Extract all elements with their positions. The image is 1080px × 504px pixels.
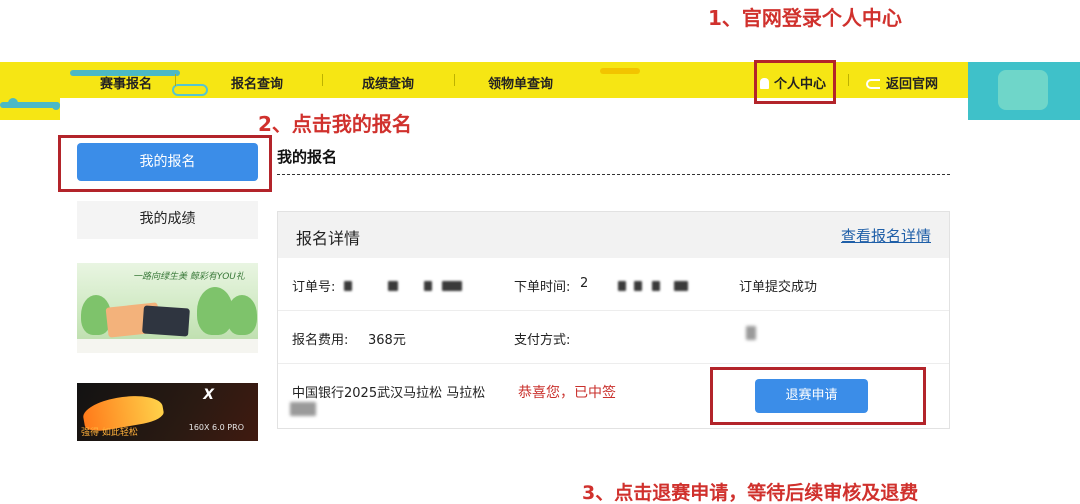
order-number-label: 订单号:: [292, 280, 336, 295]
redacted-value: [442, 281, 462, 291]
redacted-value: [424, 281, 432, 291]
order-status: 订单提交成功: [739, 280, 818, 295]
page-title: 我的报名: [277, 148, 338, 166]
card-title: 报名详情: [296, 229, 361, 248]
ad2-tagline: 强得 如此轻松: [81, 428, 138, 438]
redacted-value: [634, 281, 642, 291]
nav-race-registration[interactable]: 赛事报名: [100, 73, 152, 92]
annotation-highlight-box: [710, 367, 926, 425]
annotation-highlight-box: [58, 135, 272, 192]
row-divider: [278, 310, 949, 311]
annotation-step-3: 3、点击退赛申请，等待后续审核及退费: [582, 482, 919, 504]
nav-registration-query[interactable]: 报名查询: [231, 73, 283, 92]
return-site-label: 返回官网: [886, 77, 939, 92]
redacted-value: [290, 402, 316, 416]
redacted-value: [618, 281, 626, 291]
ad2-brand: X: [203, 387, 214, 403]
fee-label: 报名费用:: [292, 333, 349, 348]
screenshot-stage: 赛事报名 报名查询 成绩查询 领物单查询 个人中心 返回官网 我的报名 我的成绩…: [0, 0, 1080, 504]
return-icon: [866, 79, 880, 89]
view-details-link[interactable]: 查看报名详情: [841, 225, 931, 246]
row-divider: [278, 363, 949, 364]
ad2-model: 160X 6.0 PRO: [188, 423, 244, 432]
redacted-value: [652, 281, 660, 291]
ad1-slogan: 一路向绿生美 鲸彩有YOU礼: [133, 272, 245, 282]
redacted-value: [388, 281, 398, 291]
bank-card-ad-banner[interactable]: 一路向绿生美 鲸彩有YOU礼: [77, 263, 258, 353]
nav-return-site[interactable]: 返回官网: [866, 73, 938, 92]
title-divider: [277, 174, 950, 175]
redacted-value: [674, 281, 688, 291]
nav-score-query[interactable]: 成绩查询: [362, 73, 414, 92]
sidebar-my-scores-button[interactable]: 我的成绩: [77, 201, 258, 239]
credit-card-image: [142, 305, 190, 337]
payment-method-label: 支付方式:: [514, 333, 571, 348]
race-name: 中国银行2025武汉马拉松 马拉松: [292, 386, 486, 401]
redacted-value: [746, 326, 756, 340]
nav-pickup-query[interactable]: 领物单查询: [488, 73, 553, 92]
annotation-highlight-box: [754, 60, 836, 104]
fee-value: 368元: [368, 333, 406, 348]
redacted-value: [344, 281, 352, 291]
order-time-label: 下单时间:: [514, 280, 571, 295]
annotation-step-1: 1、官网登录个人中心: [708, 6, 902, 30]
shoe-ad-banner[interactable]: X 160X 6.0 PRO 强得 如此轻松: [77, 383, 258, 441]
card-header: 报名详情 查看报名详情: [278, 212, 949, 258]
annotation-step-2: 2、点击我的报名: [258, 112, 412, 136]
order-time-value: 2: [580, 276, 589, 291]
race-lottery-status: 恭喜您，已中签: [518, 385, 616, 401]
